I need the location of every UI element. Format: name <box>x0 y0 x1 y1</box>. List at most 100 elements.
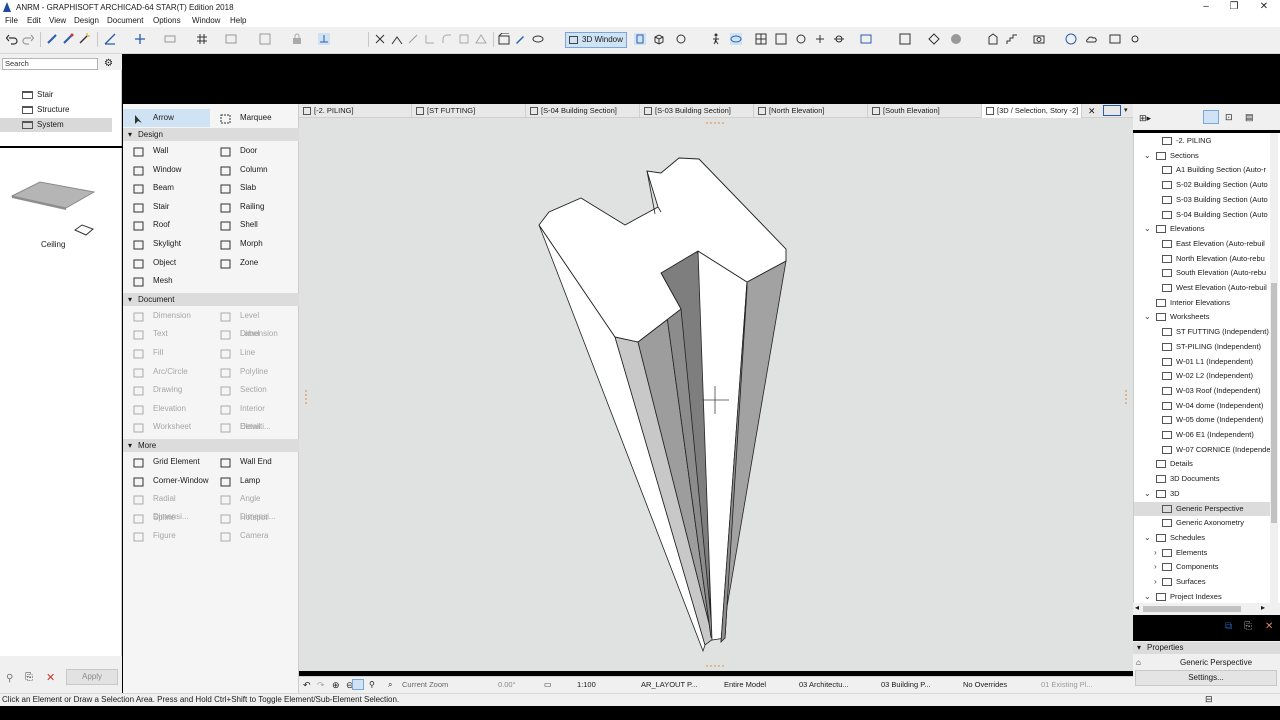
marquee-3d-icon[interactable] <box>833 33 845 45</box>
trim-icon[interactable] <box>374 33 386 45</box>
project-map-icon[interactable] <box>1203 110 1219 124</box>
pencil-icon[interactable] <box>514 33 526 45</box>
zoom-in-icon[interactable]: ⊕ <box>332 680 340 691</box>
pin-icon[interactable]: ⚲ <box>6 673 13 684</box>
tree-item[interactable]: W-01 L1 (Independent) <box>1162 355 1253 369</box>
tool-wall[interactable]: Wall <box>123 142 209 160</box>
tree-item[interactable]: ⌄ Sections <box>1144 149 1199 163</box>
tree-item[interactable]: ST FUTTING (Independent) <box>1162 325 1269 339</box>
tool-figure[interactable]: Figure <box>123 527 209 545</box>
tool-arrow[interactable]: Arrow <box>123 109 210 127</box>
tree-horizontal-scrollbar[interactable] <box>1133 603 1280 615</box>
model-view-field[interactable]: Entire Model <box>724 680 766 689</box>
tool-object[interactable]: Object <box>123 254 209 272</box>
tree-item[interactable]: Generic Axonometry <box>1162 516 1244 530</box>
tool-level-dimension[interactable]: Level Dimension <box>210 307 296 338</box>
layout-book-icon[interactable]: ▤ <box>1245 112 1254 123</box>
new-view-icon[interactable]: ⧉ <box>1225 621 1232 632</box>
tree-item[interactable]: › Elements <box>1154 546 1207 560</box>
tree-item[interactable]: ⌄ Elevations <box>1144 222 1205 236</box>
tree-item[interactable]: A1 Building Section (Auto-r <box>1162 163 1266 177</box>
tree-item[interactable]: S-03 Building Section (Auto <box>1162 193 1268 207</box>
view-tab[interactable]: [-2. PILING] <box>299 104 412 118</box>
tool-marquee[interactable]: Marquee <box>210 109 296 127</box>
lock-icon[interactable] <box>291 33 303 45</box>
explore-status-icon[interactable]: ⚲ <box>369 680 375 689</box>
menu-design[interactable]: Design <box>74 16 99 25</box>
publisher-icon[interactable] <box>1065 33 1077 45</box>
tree-item[interactable]: W-04 dome (Independent) <box>1162 399 1263 413</box>
tree-item[interactable]: ⌄ Project Indexes <box>1144 590 1222 603</box>
tool-drawing[interactable]: Drawing <box>123 381 209 399</box>
tree-vertical-scrollbar[interactable] <box>1270 133 1278 603</box>
undo-icon[interactable] <box>5 33 18 45</box>
gear-icon[interactable]: ⚙ <box>104 58 113 69</box>
view-tab[interactable]: [South Elevation] <box>868 104 982 118</box>
pen-set-field[interactable]: 03 Architectu... <box>799 680 849 689</box>
menu-window[interactable]: Window <box>192 16 220 25</box>
toolbox-section-header[interactable]: Design <box>123 128 299 141</box>
guide-lines-icon[interactable] <box>104 33 116 45</box>
tool-roof[interactable]: Roof <box>123 216 209 234</box>
rotation-angle-field[interactable]: 0.00° <box>498 680 516 689</box>
tool-beam[interactable]: Beam <box>123 179 209 197</box>
tree-item[interactable]: W-06 E1 (Independent) <box>1162 428 1254 442</box>
camera-icon[interactable] <box>1033 33 1045 45</box>
tool-slab[interactable]: Slab <box>210 179 296 197</box>
menu-edit[interactable]: Edit <box>27 16 41 25</box>
tool-interior-elevati[interactable]: Interior Elevati... <box>210 400 296 431</box>
tool-fill[interactable]: Fill <box>123 344 209 362</box>
adjust-icon[interactable] <box>407 33 419 45</box>
tree-item[interactable]: W-05 dome (Independent) <box>1162 413 1263 427</box>
tool-column[interactable]: Column <box>210 161 296 179</box>
tool-stair[interactable]: Stair <box>123 198 209 216</box>
shading-icon[interactable] <box>950 33 962 45</box>
stair-maker-icon[interactable] <box>1006 33 1018 45</box>
filter-icon[interactable] <box>860 33 872 45</box>
explode-icon[interactable] <box>458 33 470 45</box>
redo-icon[interactable] <box>22 33 35 45</box>
expand-chevron-icon[interactable]: ⌄ <box>1144 310 1151 324</box>
tool-detail[interactable]: Detail <box>210 418 296 436</box>
curtain-icon[interactable] <box>475 33 487 45</box>
tool-railing[interactable]: Railing <box>210 198 296 216</box>
3d-window-button[interactable]: 3D Window <box>565 32 627 48</box>
status-toggle-icon[interactable]: ⊟ <box>1205 694 1213 705</box>
undo-zoom-icon[interactable]: ↶ <box>303 680 311 691</box>
maximize-button[interactable]: ❐ <box>1220 1 1248 14</box>
tool-line[interactable]: Line <box>210 344 296 362</box>
tree-item[interactable]: W-02 L2 (Independent) <box>1162 369 1253 383</box>
scroll-left-icon[interactable]: ◂ <box>1135 603 1139 612</box>
grid-snap-icon[interactable] <box>196 33 208 45</box>
teamwork-icon[interactable] <box>899 33 911 45</box>
orbit-icon[interactable] <box>730 33 742 45</box>
tree-item[interactable]: West Elevation (Auto-rebuil <box>1162 281 1267 295</box>
scale-field[interactable]: 1:100 <box>577 680 596 689</box>
renovation-filter-field[interactable]: 01 Existing Pl... <box>1041 680 1093 689</box>
expand-chevron-icon[interactable]: ⌄ <box>1144 487 1151 501</box>
tool-grid-element[interactable]: Grid Element <box>123 453 209 471</box>
toolbox-section-header[interactable]: Document <box>123 292 299 306</box>
expand-chevron-icon[interactable]: › <box>1154 560 1157 574</box>
tree-item[interactable]: -2. PILING <box>1162 134 1211 148</box>
redo-zoom-icon[interactable]: ↷ <box>317 680 325 691</box>
fit-icon[interactable] <box>795 33 807 45</box>
tool-corner-window[interactable]: Corner-Window <box>123 472 209 490</box>
tree-item[interactable]: ⌄ Worksheets <box>1144 310 1209 324</box>
tool-polyline[interactable]: Polyline <box>210 363 296 381</box>
suspend-groups-icon[interactable] <box>164 33 176 45</box>
tool-elevation[interactable]: Elevation <box>123 400 209 418</box>
tree-item[interactable]: Details <box>1156 457 1193 471</box>
minimize-button[interactable]: – <box>1192 1 1220 14</box>
tool-angle-dimensi[interactable]: Angle Dimensi... <box>210 490 296 521</box>
apply-button[interactable]: Apply <box>66 669 118 685</box>
intersect-icon[interactable] <box>424 33 436 45</box>
tree-item[interactable]: East Elevation (Auto-rebuil <box>1162 237 1265 251</box>
tool-morph[interactable]: Morph <box>210 235 296 253</box>
menu-view[interactable]: View <box>49 16 66 25</box>
tool-text[interactable]: Text <box>123 325 209 343</box>
menu-file[interactable]: File <box>5 16 18 25</box>
tree-item[interactable]: North Elevation (Auto-rebu <box>1162 252 1265 266</box>
model-view-options-field[interactable]: 03 Building P... <box>881 680 930 689</box>
delete-icon[interactable]: ✕ <box>46 671 55 684</box>
